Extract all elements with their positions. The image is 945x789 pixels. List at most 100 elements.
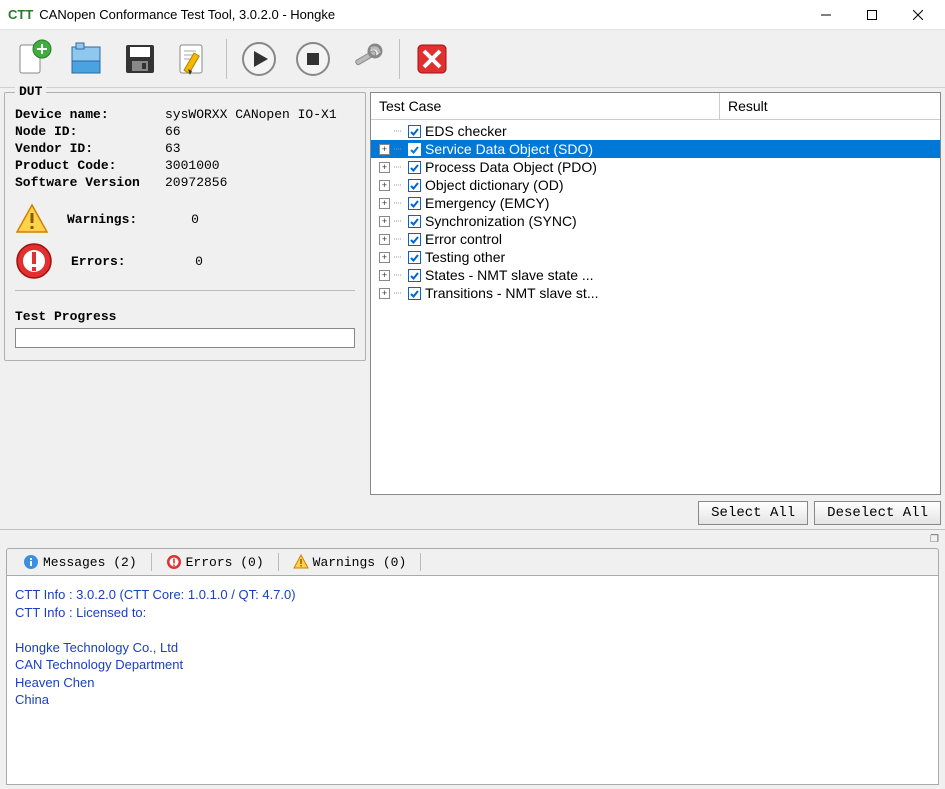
messages-box[interactable]: CTT Info : 3.0.2.0 (CTT Core: 1.0.1.0 / … xyxy=(6,575,939,785)
sw-version-value: 20972856 xyxy=(165,175,227,190)
checkbox[interactable] xyxy=(408,251,421,264)
message-line: CAN Technology Department xyxy=(15,656,930,674)
tree-row[interactable]: + States - NMT slave state ... xyxy=(371,266,940,284)
tree-row[interactable]: + Transitions - NMT slave st... xyxy=(371,284,940,302)
expand-icon[interactable]: + xyxy=(379,162,390,173)
checkbox[interactable] xyxy=(408,179,421,192)
open-button[interactable] xyxy=(60,34,112,84)
info-icon xyxy=(23,554,39,570)
expand-icon[interactable]: + xyxy=(379,270,390,281)
tree-row[interactable]: + Emergency (EMCY) xyxy=(371,194,940,212)
tree-connector xyxy=(394,178,404,192)
checkbox[interactable] xyxy=(408,125,421,138)
test-case-tree[interactable]: Test Case Result EDS checker+Service Dat… xyxy=(370,92,941,495)
cancel-button[interactable] xyxy=(406,34,458,84)
tree-item-label: Process Data Object (PDO) xyxy=(425,159,597,175)
col-header-testcase[interactable]: Test Case xyxy=(371,93,720,119)
tab-errors[interactable]: Errors (0) xyxy=(156,552,274,572)
tree-item-label: Testing other xyxy=(425,249,505,265)
window-title: CANopen Conformance Test Tool, 3.0.2.0 -… xyxy=(39,7,803,22)
app-logo: CTT xyxy=(8,7,33,22)
tree-row[interactable]: + Testing other xyxy=(371,248,940,266)
warning-icon xyxy=(15,202,49,236)
tree-connector xyxy=(394,232,404,246)
tree-connector xyxy=(394,142,404,156)
expand-icon[interactable]: + xyxy=(379,180,390,191)
dock-handle-icon[interactable]: ❐ xyxy=(6,534,939,548)
tree-connector xyxy=(394,124,404,138)
tree-item-label: States - NMT slave state ... xyxy=(425,267,594,283)
product-code-label: Product Code: xyxy=(15,158,165,173)
node-id-value: 66 xyxy=(165,124,181,139)
expand-icon[interactable]: + xyxy=(379,198,390,209)
message-line: Heaven Chen xyxy=(15,674,930,692)
message-line: CTT Info : Licensed to: xyxy=(15,604,930,622)
tree-connector xyxy=(394,250,404,264)
tab-separator xyxy=(151,553,152,571)
checkbox[interactable] xyxy=(408,161,421,174)
bottom-tabs: Messages (2) Errors (0) Warnings (0) xyxy=(6,548,939,575)
tab-errors-label: Errors (0) xyxy=(186,555,264,570)
deselect-all-button[interactable]: Deselect All xyxy=(814,501,941,525)
play-button[interactable] xyxy=(233,34,285,84)
tree-connector xyxy=(394,286,404,300)
checkbox[interactable] xyxy=(408,197,421,210)
expand-icon[interactable]: + xyxy=(379,288,390,299)
checkbox[interactable] xyxy=(408,233,421,246)
tab-messages-label: Messages (2) xyxy=(43,555,137,570)
minimize-button[interactable] xyxy=(803,0,849,30)
test-progress-bar xyxy=(15,328,355,348)
device-name-label: Device name: xyxy=(15,107,165,122)
error-icon xyxy=(166,554,182,570)
expand-icon[interactable]: + xyxy=(379,144,390,155)
tree-row[interactable]: + Process Data Object (PDO) xyxy=(371,158,940,176)
tab-messages[interactable]: Messages (2) xyxy=(13,552,147,572)
tree-row[interactable]: EDS checker xyxy=(371,122,940,140)
close-button[interactable] xyxy=(895,0,941,30)
toolbar-separator xyxy=(399,39,400,79)
tree-item-label: Error control xyxy=(425,231,502,247)
node-id-label: Node ID: xyxy=(15,124,165,139)
message-line: CTT Info : 3.0.2.0 (CTT Core: 1.0.1.0 / … xyxy=(15,586,930,604)
checkbox[interactable] xyxy=(408,143,421,156)
error-icon xyxy=(15,242,53,280)
test-progress-label: Test Progress xyxy=(15,309,355,324)
expand-icon[interactable]: + xyxy=(379,234,390,245)
tab-warnings-label: Warnings (0) xyxy=(313,555,407,570)
tree-item-label: Transitions - NMT slave st... xyxy=(425,285,598,301)
select-all-button[interactable]: Select All xyxy=(698,501,808,525)
bottom-panel: ❐ Messages (2) Errors (0) Warnings (0) C… xyxy=(0,529,945,789)
checkbox[interactable] xyxy=(408,287,421,300)
tree-row[interactable]: + Object dictionary (OD) xyxy=(371,176,940,194)
message-line xyxy=(15,621,930,639)
maximize-button[interactable] xyxy=(849,0,895,30)
toolbar xyxy=(0,30,945,88)
dut-legend: DUT xyxy=(15,84,46,99)
tree-item-label: Emergency (EMCY) xyxy=(425,195,549,211)
toolbar-separator xyxy=(226,39,227,79)
tree-connector xyxy=(394,268,404,282)
save-button[interactable] xyxy=(114,34,166,84)
edit-button[interactable] xyxy=(168,34,220,84)
tree-item-label: Object dictionary (OD) xyxy=(425,177,563,193)
expand-icon[interactable]: + xyxy=(379,216,390,227)
tree-row[interactable]: + Error control xyxy=(371,230,940,248)
checkbox[interactable] xyxy=(408,215,421,228)
tree-item-label: EDS checker xyxy=(425,123,507,139)
tab-warnings[interactable]: Warnings (0) xyxy=(283,552,417,572)
expand-placeholder xyxy=(379,126,390,137)
stop-button[interactable] xyxy=(287,34,339,84)
settings-button[interactable] xyxy=(341,34,393,84)
tree-row[interactable]: +Synchronization (SYNC) xyxy=(371,212,940,230)
tree-row[interactable]: +Service Data Object (SDO) xyxy=(371,140,940,158)
tab-separator xyxy=(278,553,279,571)
tree-connector xyxy=(394,214,404,228)
warning-icon xyxy=(293,554,309,570)
vendor-id-value: 63 xyxy=(165,141,181,156)
tab-separator xyxy=(420,553,421,571)
vendor-id-label: Vendor ID: xyxy=(15,141,165,156)
checkbox[interactable] xyxy=(408,269,421,282)
col-header-result[interactable]: Result xyxy=(720,93,940,119)
expand-icon[interactable]: + xyxy=(379,252,390,263)
new-button[interactable] xyxy=(6,34,58,84)
